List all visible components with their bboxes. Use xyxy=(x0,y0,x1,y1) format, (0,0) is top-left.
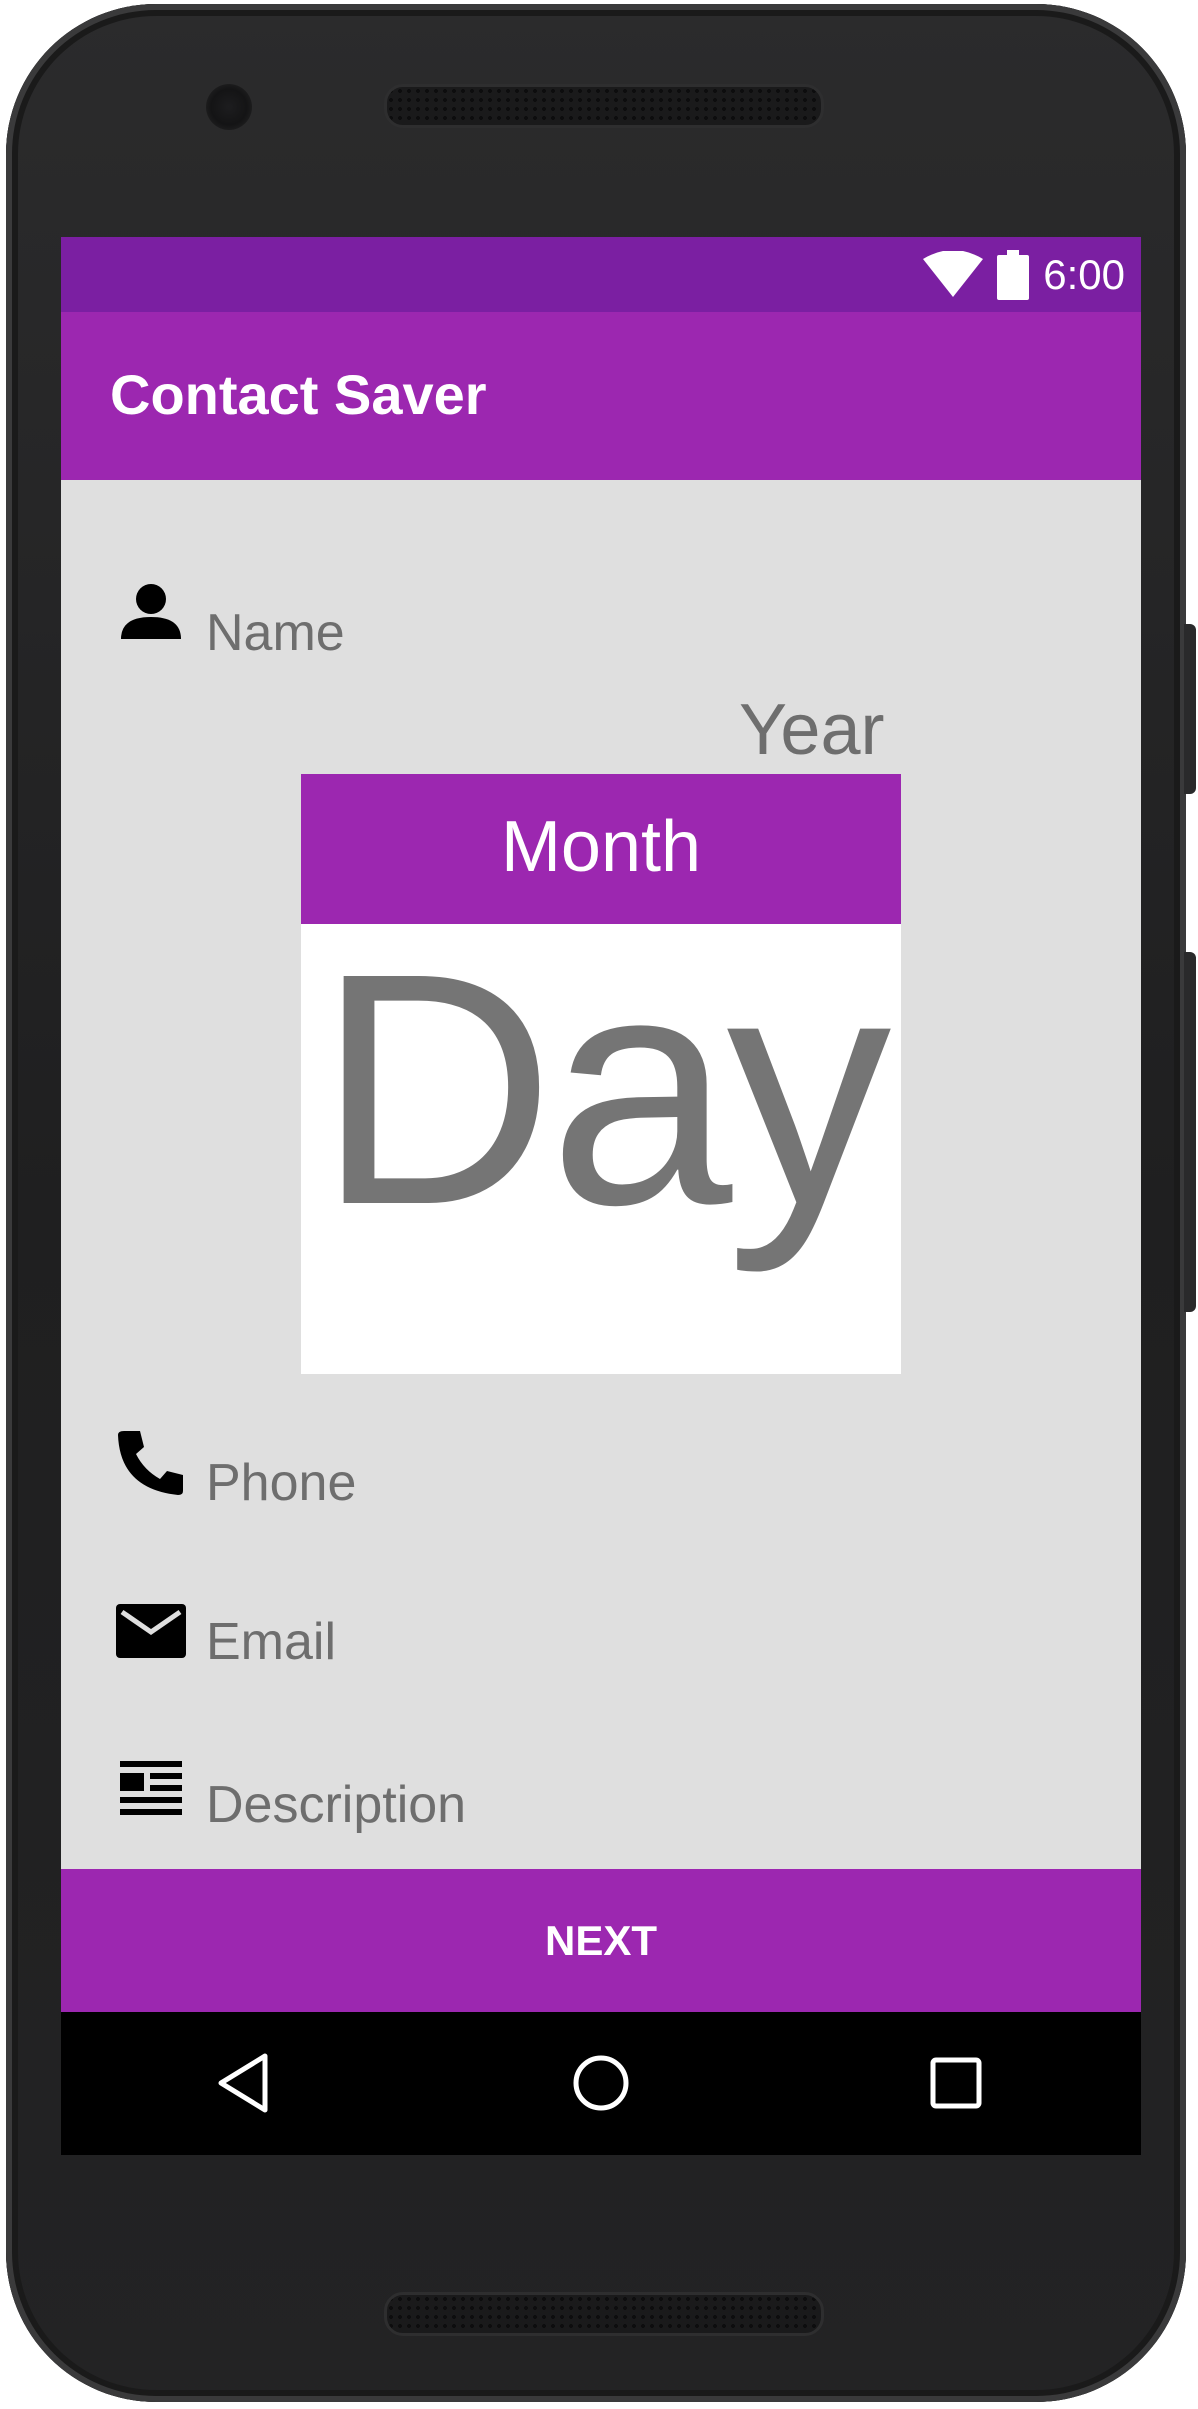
volume-rocker xyxy=(1184,952,1196,1312)
email-field[interactable]: Email xyxy=(61,1600,1141,1710)
name-input[interactable]: Name xyxy=(206,603,345,663)
battery-icon xyxy=(997,249,1030,300)
navigation-bar xyxy=(61,2012,1141,2155)
phone-input[interactable]: Phone xyxy=(206,1453,356,1513)
phone-frame: 6:00 Contact Saver Name Year Month Day P… xyxy=(6,4,1186,2402)
month-header[interactable]: Month xyxy=(301,774,901,924)
status-time: 6:00 xyxy=(1043,250,1125,298)
app-bar: Contact Saver xyxy=(61,312,1141,480)
back-icon[interactable] xyxy=(213,2050,279,2116)
description-icon xyxy=(120,1761,182,1815)
phone-icon xyxy=(118,1431,183,1495)
status-bar: 6:00 xyxy=(61,237,1141,312)
wifi-icon xyxy=(923,250,984,297)
description-field[interactable]: Description xyxy=(61,1759,1141,1869)
front-camera xyxy=(206,84,252,130)
bottom-speaker xyxy=(384,2292,824,2336)
date-picker[interactable]: Month Day xyxy=(301,774,901,1374)
name-field[interactable]: Name xyxy=(61,577,1141,687)
earpiece-speaker xyxy=(384,84,824,128)
screen: 6:00 Contact Saver Name Year Month Day P… xyxy=(61,237,1141,2155)
home-icon[interactable] xyxy=(568,2050,634,2116)
description-input[interactable]: Description xyxy=(206,1775,466,1835)
person-icon xyxy=(121,584,181,639)
recents-icon[interactable] xyxy=(923,2050,989,2116)
app-title: Contact Saver xyxy=(110,363,487,426)
phone-field[interactable]: Phone xyxy=(61,1427,1141,1537)
month-label: Month xyxy=(500,807,702,887)
email-icon xyxy=(116,1604,186,1658)
email-input[interactable]: Email xyxy=(206,1612,336,1672)
next-label: NEXT xyxy=(544,1917,657,1964)
day-label[interactable]: Day xyxy=(301,924,901,1254)
power-button xyxy=(1184,624,1196,794)
next-button[interactable]: NEXT xyxy=(61,1869,1141,2012)
year-label[interactable]: Year xyxy=(739,689,884,771)
